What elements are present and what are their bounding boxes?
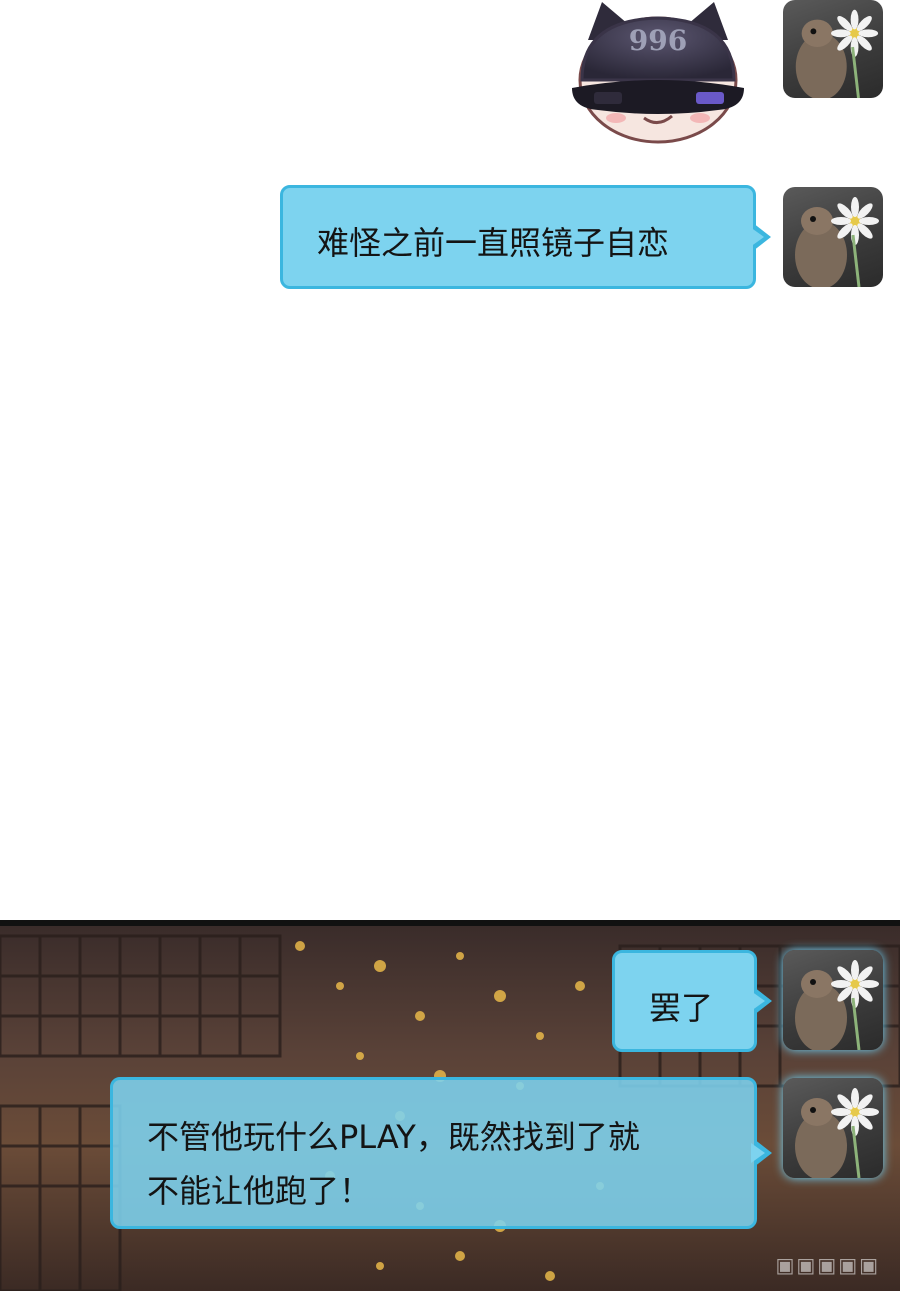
sticker-badge: 996: [629, 24, 687, 57]
message-text: 罢了: [649, 989, 714, 1027]
squirrel-with-daisy-icon: [795, 1088, 879, 1178]
message-text: 难怪之前一直照镜子自恋: [317, 224, 670, 262]
watermark: ▣▣▣▣▣: [775, 1253, 880, 1277]
message-bubble-3: 不管他玩什么PLAY，既然找到了就 不能让他跑了！: [110, 1077, 772, 1229]
squirrel-with-daisy-icon: [795, 197, 879, 287]
avatar[interactable]: [783, 950, 883, 1050]
avatar[interactable]: [783, 0, 883, 98]
message-bubble-1: 难怪之前一直照镜子自恋: [280, 185, 771, 289]
avatar[interactable]: [783, 1078, 883, 1178]
avatar[interactable]: [783, 187, 883, 287]
message-text-line-2: 不能让他跑了！: [147, 1172, 372, 1210]
message-text-line-1: 不管他玩什么PLAY，既然找到了就: [147, 1118, 640, 1156]
masked-cat-sticker: 996: [568, 0, 748, 148]
squirrel-with-daisy-icon: [795, 960, 879, 1050]
squirrel-with-daisy-icon: [795, 9, 879, 98]
message-bubble-2: 罢了: [612, 950, 772, 1052]
